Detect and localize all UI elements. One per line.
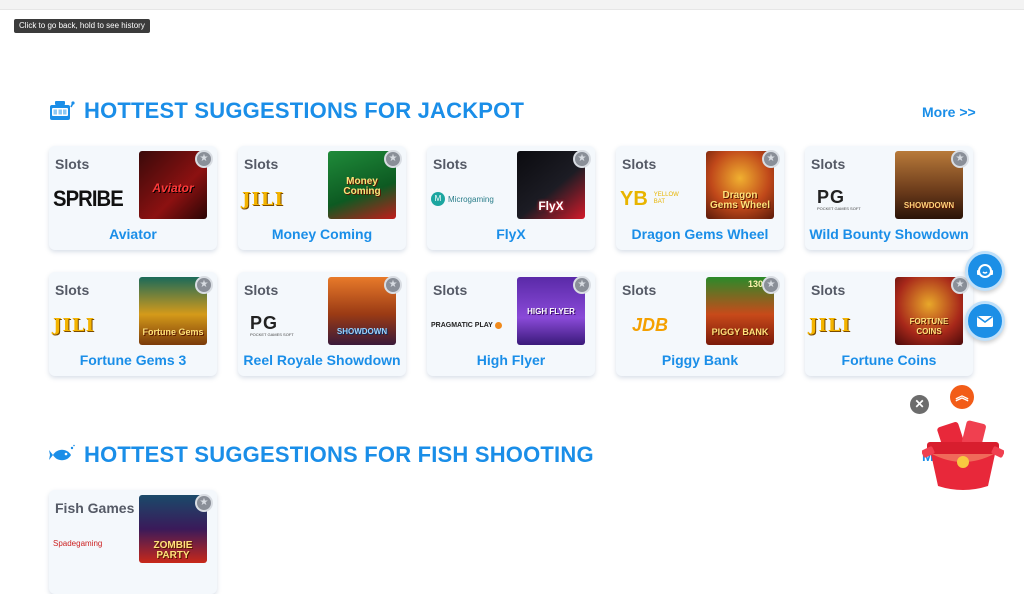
live-chat-button[interactable] — [965, 251, 1005, 291]
provider-logo-yellow-bat: YB YELLOW BAT — [620, 187, 679, 210]
favorite-star-icon[interactable]: ★ — [762, 150, 780, 168]
envelope-icon — [977, 315, 993, 327]
game-card-fortune-coins[interactable]: Slots JILI FORTUNE COINS ★ Fortune Coins — [805, 272, 973, 376]
game-category: Slots — [622, 156, 657, 172]
provider-logo-pragmatic-play: PRAGMATIC PLAY — [431, 312, 511, 338]
game-card-high-flyer[interactable]: Slots PRAGMATIC PLAY HIGH FLYER ★ High F… — [427, 272, 595, 376]
provider-logo-spribe: SPRIBE — [53, 186, 124, 211]
headset-icon — [977, 264, 993, 278]
fish-icon — [49, 444, 75, 461]
game-name[interactable]: Money Coming — [238, 226, 406, 242]
game-name[interactable]: Fortune Gems 3 — [49, 352, 217, 368]
back-button-tooltip: Click to go back, hold to see history — [14, 19, 150, 33]
game-category: Slots — [244, 156, 279, 172]
game-card-wild-bounty-showdown[interactable]: Slots PG POCKET GAMES SOFT SHOWDOWN ★ Wil… — [805, 146, 973, 250]
game-category: Slots — [55, 282, 90, 298]
favorite-star-icon[interactable]: ★ — [384, 150, 402, 168]
red-envelope-gift-icon[interactable] — [922, 418, 1004, 492]
game-name[interactable]: Dragon Gems Wheel — [616, 226, 784, 242]
provider-logo-microgaming: M Microgaming — [431, 186, 511, 212]
game-category: Slots — [622, 282, 657, 298]
provider-logo-spadegaming: Spadegaming — [53, 538, 103, 548]
favorite-star-icon[interactable]: ★ — [195, 494, 213, 512]
favorite-star-icon[interactable]: ★ — [195, 150, 213, 168]
provider-logo-jili: JILI — [809, 314, 852, 336]
fish-section-title: HOTTEST SUGGESTIONS FOR FISH SHOOTING — [84, 442, 594, 467]
game-category: Slots — [811, 156, 846, 172]
scroll-to-top-icon[interactable]: ︽ — [950, 385, 974, 409]
game-name[interactable]: Piggy Bank — [616, 352, 784, 368]
jackpot-more-link[interactable]: More >> — [922, 104, 976, 120]
favorite-star-icon[interactable]: ★ — [951, 150, 969, 168]
pragmatic-dot-icon — [494, 321, 502, 329]
game-name[interactable]: Aviator — [49, 226, 217, 242]
game-name[interactable]: Wild Bounty Showdown — [805, 226, 973, 242]
jackpot-section-title: HOTTEST SUGGESTIONS FOR JACKPOT — [84, 98, 525, 123]
favorite-star-icon[interactable]: ★ — [573, 150, 591, 168]
game-card-zombie-party[interactable]: Fish Games Spadegaming ZOMBIE PARTY ★ — [49, 490, 217, 594]
favorite-star-icon[interactable]: ★ — [573, 276, 591, 294]
message-button[interactable] — [965, 301, 1005, 341]
provider-logo-jili: JILI — [242, 188, 285, 210]
game-card-flyx[interactable]: Slots M Microgaming FlyX ★ FlyX — [427, 146, 595, 250]
jackpot-section-header: HOTTEST SUGGESTIONS FOR JACKPOT — [49, 98, 524, 124]
game-card-money-coming[interactable]: Slots JILI Money Coming ★ Money Coming — [238, 146, 406, 250]
game-name[interactable]: Reel Royale Showdown — [238, 352, 406, 368]
favorite-star-icon[interactable]: ★ — [384, 276, 402, 294]
game-card-fortune-gems-3[interactable]: Slots JILI Fortune Gems ★ Fortune Gems 3 — [49, 272, 217, 376]
game-card-reel-royale-showdown[interactable]: Slots PG POCKET GAMES SOFT SHOWDOWN ★ Ree… — [238, 272, 406, 376]
provider-logo-jili: JILI — [53, 314, 96, 336]
slot-machine-icon — [50, 101, 75, 120]
game-category: Slots — [433, 282, 468, 298]
game-name[interactable]: High Flyer — [427, 352, 595, 368]
favorite-star-icon[interactable]: ★ — [762, 276, 780, 294]
game-category: Slots — [433, 156, 468, 172]
game-category: Slots — [244, 282, 279, 298]
fish-section-header: HOTTEST SUGGESTIONS FOR FISH SHOOTING — [49, 442, 594, 468]
game-card-aviator[interactable]: Slots SPRIBE Aviator ★ Aviator — [49, 146, 217, 250]
game-card-dragon-gems-wheel[interactable]: Slots YB YELLOW BAT Dragon Gems Wheel ★ Dr… — [616, 146, 784, 250]
game-category: Fish Games — [55, 500, 135, 516]
game-card-piggy-bank[interactable]: Slots JDB 1300 PIGGY BANK ★ Piggy Bank — [616, 272, 784, 376]
favorite-star-icon[interactable]: ★ — [195, 276, 213, 294]
provider-logo-pg: PG POCKET GAMES SOFT — [250, 312, 294, 337]
provider-logo-jdb: JDB — [632, 314, 669, 335]
game-name[interactable]: FlyX — [427, 226, 595, 242]
microgaming-logo-icon: M — [431, 192, 445, 206]
game-name[interactable]: Fortune Coins — [805, 352, 973, 368]
game-category: Slots — [811, 282, 846, 298]
provider-logo-pg: PG POCKET GAMES SOFT — [817, 186, 861, 211]
browser-top-bar — [0, 0, 1024, 10]
game-category: Slots — [55, 156, 90, 172]
close-promo-icon[interactable]: ✕ — [910, 395, 929, 414]
